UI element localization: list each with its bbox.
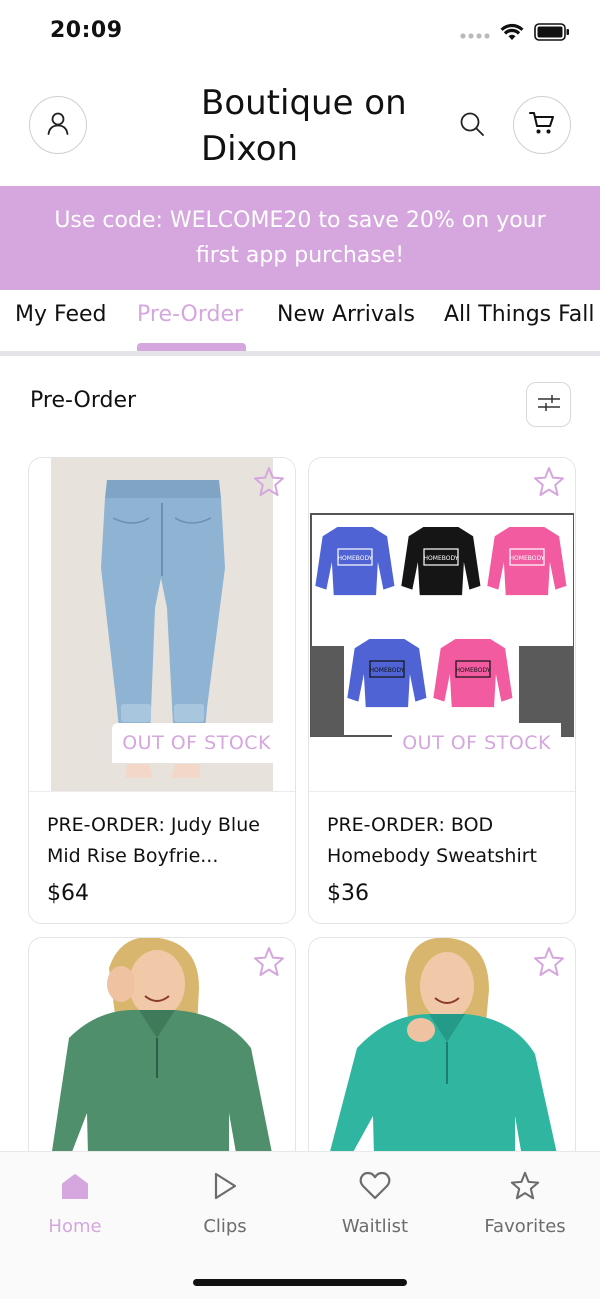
store-title: Boutique on Dixon xyxy=(201,83,407,169)
promo-banner[interactable]: Use code: WELCOME20 to save 20% on your … xyxy=(0,186,600,290)
star-icon xyxy=(252,465,286,503)
sweatshirt-print-label: HOMEBODY xyxy=(338,555,373,562)
product-price: $64 xyxy=(47,881,89,906)
status-time: 20:09 xyxy=(50,18,123,43)
home-icon xyxy=(60,1171,90,1205)
card-divider xyxy=(29,791,295,792)
nav-home-label: Home xyxy=(48,1216,102,1237)
card-divider xyxy=(309,791,575,792)
nav-home[interactable]: Home xyxy=(0,1168,150,1237)
section-header: Pre-Order xyxy=(0,356,600,448)
cart-button[interactable] xyxy=(513,96,571,154)
tab-my-feed[interactable]: My Feed xyxy=(15,302,106,327)
nav-waitlist-label: Waitlist xyxy=(341,1216,409,1237)
app-header: Boutique on Dixon xyxy=(0,66,600,186)
active-tab-indicator xyxy=(137,343,246,351)
status-icons xyxy=(460,22,570,46)
nav-favorites[interactable]: Favorites xyxy=(450,1168,600,1237)
favorite-button[interactable] xyxy=(531,466,567,502)
star-icon xyxy=(532,945,566,983)
product-title[interactable]: PRE-ORDER: BOD Homebody Sweatshirt xyxy=(327,810,559,872)
search-button[interactable] xyxy=(456,110,488,142)
nav-waitlist[interactable]: Waitlist xyxy=(300,1168,450,1237)
tab-all-things-fall[interactable]: All Things Fall xyxy=(444,302,594,327)
product-title[interactable]: PRE-ORDER: Judy Blue Mid Rise Boyfrie... xyxy=(47,810,279,872)
out-of-stock-badge: OUT OF STOCK xyxy=(112,723,281,763)
product-card[interactable]: OUT OF STOCK PRE-ORDER: Judy Blue Mid Ri… xyxy=(28,457,296,924)
product-card[interactable]: HOMEBODY HOMEBODY HOMEBODY HOMEBODY HOME… xyxy=(308,457,576,924)
star-icon xyxy=(509,1170,541,1206)
promo-text: Use code: WELCOME20 to save 20% on your … xyxy=(54,208,546,268)
category-tabs: My Feed Pre-Order New Arrivals All Thing… xyxy=(0,290,600,352)
play-icon xyxy=(211,1171,239,1205)
star-icon xyxy=(532,465,566,503)
product-price: $36 xyxy=(327,881,369,906)
sliders-icon xyxy=(537,393,561,417)
home-indicator xyxy=(193,1279,407,1286)
favorite-button[interactable] xyxy=(251,946,287,982)
profile-button[interactable] xyxy=(29,96,87,154)
sweatshirt-print-label: HOMEBODY xyxy=(370,667,405,674)
signal-icon xyxy=(460,25,490,44)
tab-new-arrivals[interactable]: New Arrivals xyxy=(277,302,415,327)
section-title: Pre-Order xyxy=(30,388,137,413)
star-icon xyxy=(252,945,286,983)
heart-icon xyxy=(359,1171,391,1205)
out-of-stock-badge: OUT OF STOCK xyxy=(392,723,561,763)
bottom-nav: Home Clips Waitlist Favorites xyxy=(0,1151,600,1299)
search-icon xyxy=(458,110,486,142)
nav-clips-label: Clips xyxy=(203,1216,247,1237)
sweatshirt-print-label: HOMEBODY xyxy=(510,555,545,562)
wifi-icon xyxy=(500,23,524,45)
cart-icon xyxy=(528,110,556,140)
nav-clips[interactable]: Clips xyxy=(150,1168,300,1237)
battery-icon xyxy=(534,23,570,45)
sweatshirt-print-label: HOMEBODY xyxy=(456,667,491,674)
tab-pre-order[interactable]: Pre-Order xyxy=(137,302,243,327)
favorite-button[interactable] xyxy=(251,466,287,502)
status-bar: 20:09 xyxy=(0,0,600,66)
user-icon xyxy=(45,110,71,140)
nav-favorites-label: Favorites xyxy=(484,1216,566,1237)
filter-button[interactable] xyxy=(526,382,571,427)
sweatshirt-print-label: HOMEBODY xyxy=(424,555,459,562)
favorite-button[interactable] xyxy=(531,946,567,982)
